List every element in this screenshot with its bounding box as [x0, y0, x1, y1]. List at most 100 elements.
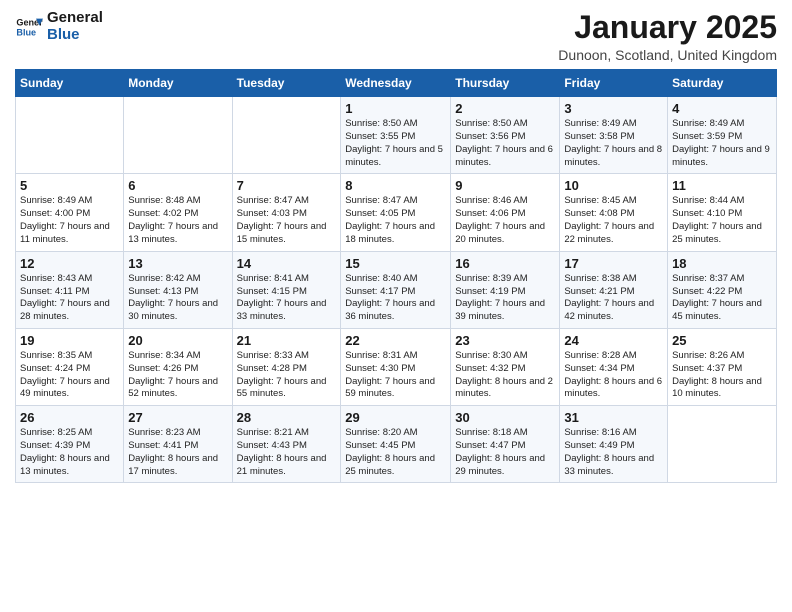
month-title: January 2025 — [558, 10, 777, 45]
day-info-13: Sunrise: 8:42 AM Sunset: 4:13 PM Dayligh… — [128, 273, 227, 324]
day-number-15: 15 — [345, 256, 446, 271]
day-number-23: 23 — [455, 333, 555, 348]
col-saturday: Saturday — [668, 70, 777, 97]
day-number-9: 9 — [455, 178, 555, 193]
day-info-8: Sunrise: 8:47 AM Sunset: 4:05 PM Dayligh… — [345, 195, 446, 246]
day-number-31: 31 — [564, 410, 663, 425]
day-number-13: 13 — [128, 256, 227, 271]
calendar-week-2: 5 Sunrise: 8:49 AM Sunset: 4:00 PM Daylig… — [16, 174, 777, 251]
page: General Blue GeneralBlue January 2025 Du… — [0, 0, 792, 612]
day-number-5: 5 — [20, 178, 119, 193]
svg-text:Blue: Blue — [16, 27, 36, 37]
day-info-23: Sunrise: 8:30 AM Sunset: 4:32 PM Dayligh… — [455, 350, 555, 401]
day-info-15: Sunrise: 8:40 AM Sunset: 4:17 PM Dayligh… — [345, 273, 446, 324]
day-info-28: Sunrise: 8:21 AM Sunset: 4:43 PM Dayligh… — [237, 427, 337, 478]
day-number-25: 25 — [672, 333, 772, 348]
day-info-1: Sunrise: 8:50 AM Sunset: 3:55 PM Dayligh… — [345, 118, 446, 169]
day-number-22: 22 — [345, 333, 446, 348]
location: Dunoon, Scotland, United Kingdom — [558, 47, 777, 63]
day-info-9: Sunrise: 8:46 AM Sunset: 4:06 PM Dayligh… — [455, 195, 555, 246]
day-number-29: 29 — [345, 410, 446, 425]
day-number-1: 1 — [345, 101, 446, 116]
calendar-cell-w4-d5: 23 Sunrise: 8:30 AM Sunset: 4:32 PM Dayli… — [451, 328, 560, 405]
logo-icon: General Blue — [15, 13, 43, 41]
day-info-3: Sunrise: 8:49 AM Sunset: 3:58 PM Dayligh… — [564, 118, 663, 169]
day-number-7: 7 — [237, 178, 337, 193]
col-thursday: Thursday — [451, 70, 560, 97]
calendar-cell-w3-d6: 17 Sunrise: 8:38 AM Sunset: 4:21 PM Dayli… — [560, 251, 668, 328]
calendar-cell-w1-d2 — [124, 97, 232, 174]
day-info-14: Sunrise: 8:41 AM Sunset: 4:15 PM Dayligh… — [237, 273, 337, 324]
day-info-7: Sunrise: 8:47 AM Sunset: 4:03 PM Dayligh… — [237, 195, 337, 246]
calendar-cell-w5-d5: 30Sunrise: 8:18 AM Sunset: 4:47 PM Dayli… — [451, 406, 560, 483]
day-number-6: 6 — [128, 178, 227, 193]
calendar-week-3: 12 Sunrise: 8:43 AM Sunset: 4:11 PM Dayli… — [16, 251, 777, 328]
calendar-cell-w5-d2: 27Sunrise: 8:23 AM Sunset: 4:41 PM Dayli… — [124, 406, 232, 483]
calendar-cell-w3-d1: 12 Sunrise: 8:43 AM Sunset: 4:11 PM Dayli… — [16, 251, 124, 328]
header: General Blue GeneralBlue January 2025 Du… — [15, 10, 777, 63]
calendar-cell-w5-d7 — [668, 406, 777, 483]
calendar-cell-w2-d2: 6 Sunrise: 8:48 AM Sunset: 4:02 PM Daylig… — [124, 174, 232, 251]
day-info-5: Sunrise: 8:49 AM Sunset: 4:00 PM Dayligh… — [20, 195, 119, 246]
day-number-4: 4 — [672, 101, 772, 116]
day-info-18: Sunrise: 8:37 AM Sunset: 4:22 PM Dayligh… — [672, 273, 772, 324]
calendar-cell-w4-d1: 19 Sunrise: 8:35 AM Sunset: 4:24 PM Dayli… — [16, 328, 124, 405]
day-number-11: 11 — [672, 178, 772, 193]
calendar-cell-w1-d1 — [16, 97, 124, 174]
col-monday: Monday — [124, 70, 232, 97]
calendar-cell-w2-d6: 10Sunrise: 8:45 AM Sunset: 4:08 PM Dayli… — [560, 174, 668, 251]
day-number-28: 28 — [237, 410, 337, 425]
day-info-29: Sunrise: 8:20 AM Sunset: 4:45 PM Dayligh… — [345, 427, 446, 478]
col-tuesday: Tuesday — [232, 70, 341, 97]
calendar-header-row: Sunday Monday Tuesday Wednesday Thursday… — [16, 70, 777, 97]
day-info-11: Sunrise: 8:44 AM Sunset: 4:10 PM Dayligh… — [672, 195, 772, 246]
day-number-17: 17 — [564, 256, 663, 271]
calendar-cell-w3-d3: 14 Sunrise: 8:41 AM Sunset: 4:15 PM Dayli… — [232, 251, 341, 328]
day-info-4: Sunrise: 8:49 AM Sunset: 3:59 PM Dayligh… — [672, 118, 772, 169]
day-number-14: 14 — [237, 256, 337, 271]
day-info-17: Sunrise: 8:38 AM Sunset: 4:21 PM Dayligh… — [564, 273, 663, 324]
col-friday: Friday — [560, 70, 668, 97]
calendar-cell-w5-d3: 28 Sunrise: 8:21 AM Sunset: 4:43 PM Dayli… — [232, 406, 341, 483]
day-number-26: 26 — [20, 410, 119, 425]
day-number-2: 2 — [455, 101, 555, 116]
col-wednesday: Wednesday — [341, 70, 451, 97]
day-info-22: Sunrise: 8:31 AM Sunset: 4:30 PM Dayligh… — [345, 350, 446, 401]
calendar-cell-w1-d5: 2 Sunrise: 8:50 AM Sunset: 3:56 PM Daylig… — [451, 97, 560, 174]
calendar-week-5: 26Sunrise: 8:25 AM Sunset: 4:39 PM Dayli… — [16, 406, 777, 483]
day-info-12: Sunrise: 8:43 AM Sunset: 4:11 PM Dayligh… — [20, 273, 119, 324]
col-sunday: Sunday — [16, 70, 124, 97]
calendar-cell-w5-d6: 31 Sunrise: 8:16 AM Sunset: 4:49 PM Dayli… — [560, 406, 668, 483]
day-info-2: Sunrise: 8:50 AM Sunset: 3:56 PM Dayligh… — [455, 118, 555, 169]
calendar-cell-w2-d5: 9 Sunrise: 8:46 AM Sunset: 4:06 PM Daylig… — [451, 174, 560, 251]
day-number-8: 8 — [345, 178, 446, 193]
day-number-21: 21 — [237, 333, 337, 348]
day-info-24: Sunrise: 8:28 AM Sunset: 4:34 PM Dayligh… — [564, 350, 663, 401]
day-info-31: Sunrise: 8:16 AM Sunset: 4:49 PM Dayligh… — [564, 427, 663, 478]
calendar-cell-w5-d1: 26Sunrise: 8:25 AM Sunset: 4:39 PM Dayli… — [16, 406, 124, 483]
day-info-19: Sunrise: 8:35 AM Sunset: 4:24 PM Dayligh… — [20, 350, 119, 401]
calendar-cell-w4-d3: 21 Sunrise: 8:33 AM Sunset: 4:28 PM Dayli… — [232, 328, 341, 405]
calendar-cell-w1-d4: 1 Sunrise: 8:50 AM Sunset: 3:55 PM Daylig… — [341, 97, 451, 174]
calendar-week-1: 1 Sunrise: 8:50 AM Sunset: 3:55 PM Daylig… — [16, 97, 777, 174]
calendar-cell-w1-d6: 3 Sunrise: 8:49 AM Sunset: 3:58 PM Daylig… — [560, 97, 668, 174]
day-info-16: Sunrise: 8:39 AM Sunset: 4:19 PM Dayligh… — [455, 273, 555, 324]
calendar-week-4: 19 Sunrise: 8:35 AM Sunset: 4:24 PM Dayli… — [16, 328, 777, 405]
day-number-19: 19 — [20, 333, 119, 348]
day-info-21: Sunrise: 8:33 AM Sunset: 4:28 PM Dayligh… — [237, 350, 337, 401]
day-number-12: 12 — [20, 256, 119, 271]
calendar-cell-w4-d6: 24Sunrise: 8:28 AM Sunset: 4:34 PM Dayli… — [560, 328, 668, 405]
day-number-30: 30 — [455, 410, 555, 425]
header-right: January 2025 Dunoon, Scotland, United Ki… — [558, 10, 777, 63]
day-info-10: Sunrise: 8:45 AM Sunset: 4:08 PM Dayligh… — [564, 195, 663, 246]
calendar: Sunday Monday Tuesday Wednesday Thursday… — [15, 69, 777, 483]
calendar-cell-w2-d4: 8 Sunrise: 8:47 AM Sunset: 4:05 PM Daylig… — [341, 174, 451, 251]
calendar-cell-w2-d1: 5 Sunrise: 8:49 AM Sunset: 4:00 PM Daylig… — [16, 174, 124, 251]
calendar-cell-w4-d7: 25 Sunrise: 8:26 AM Sunset: 4:37 PM Dayli… — [668, 328, 777, 405]
day-info-25: Sunrise: 8:26 AM Sunset: 4:37 PM Dayligh… — [672, 350, 772, 401]
calendar-cell-w3-d5: 16 Sunrise: 8:39 AM Sunset: 4:19 PM Dayli… — [451, 251, 560, 328]
day-number-16: 16 — [455, 256, 555, 271]
day-info-6: Sunrise: 8:48 AM Sunset: 4:02 PM Dayligh… — [128, 195, 227, 246]
day-number-3: 3 — [564, 101, 663, 116]
calendar-cell-w3-d4: 15 Sunrise: 8:40 AM Sunset: 4:17 PM Dayli… — [341, 251, 451, 328]
